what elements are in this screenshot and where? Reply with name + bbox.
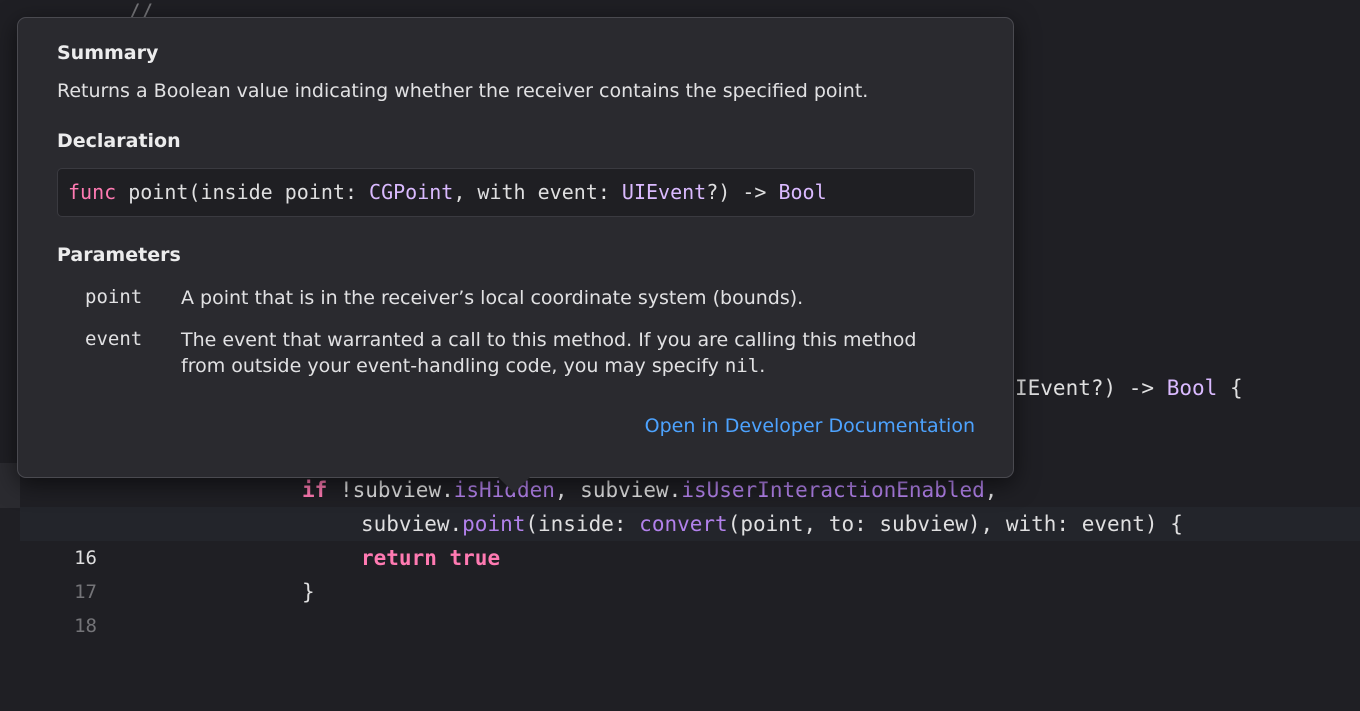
param-name-event: event — [85, 328, 143, 350]
line-number: 18 — [74, 615, 97, 637]
parameters-title: Parameters — [57, 244, 181, 266]
code-text: return true — [361, 546, 501, 570]
quick-help-popover: Summary Returns a Boolean value indicati… — [17, 17, 1014, 478]
popover-arrow — [497, 476, 531, 493]
code-text: } — [302, 580, 315, 604]
code-text: if !subview.isHidden, subview.isUserInte… — [302, 478, 998, 502]
code-line-15[interactable]: 15 if !subview.isHidden, subview.isUserI… — [20, 473, 1360, 535]
code-line-17[interactable]: 17 return true — [20, 541, 1360, 603]
declaration-code: func point(inside point: CGPoint, with e… — [57, 168, 975, 217]
code-text: IEvent?) -> Bool { — [1015, 376, 1243, 400]
param-desc-point: A point that is in the receiver’s local … — [181, 287, 804, 309]
summary-text: Returns a Boolean value indicating wheth… — [57, 80, 869, 102]
code-line-18[interactable]: 18 } — [20, 575, 1360, 637]
declaration-title: Declaration — [57, 130, 181, 152]
code-line-16[interactable]: 16 subview.point(inside: convert(point, … — [20, 507, 1360, 569]
param-name-point: point — [85, 286, 143, 308]
open-developer-documentation-link[interactable]: Open in Developer Documentation — [645, 415, 975, 437]
code-text: subview.point(inside: convert(point, to:… — [361, 512, 1183, 536]
param-desc-event: The event that warranted a call to this … — [181, 329, 917, 377]
summary-title: Summary — [57, 42, 159, 64]
